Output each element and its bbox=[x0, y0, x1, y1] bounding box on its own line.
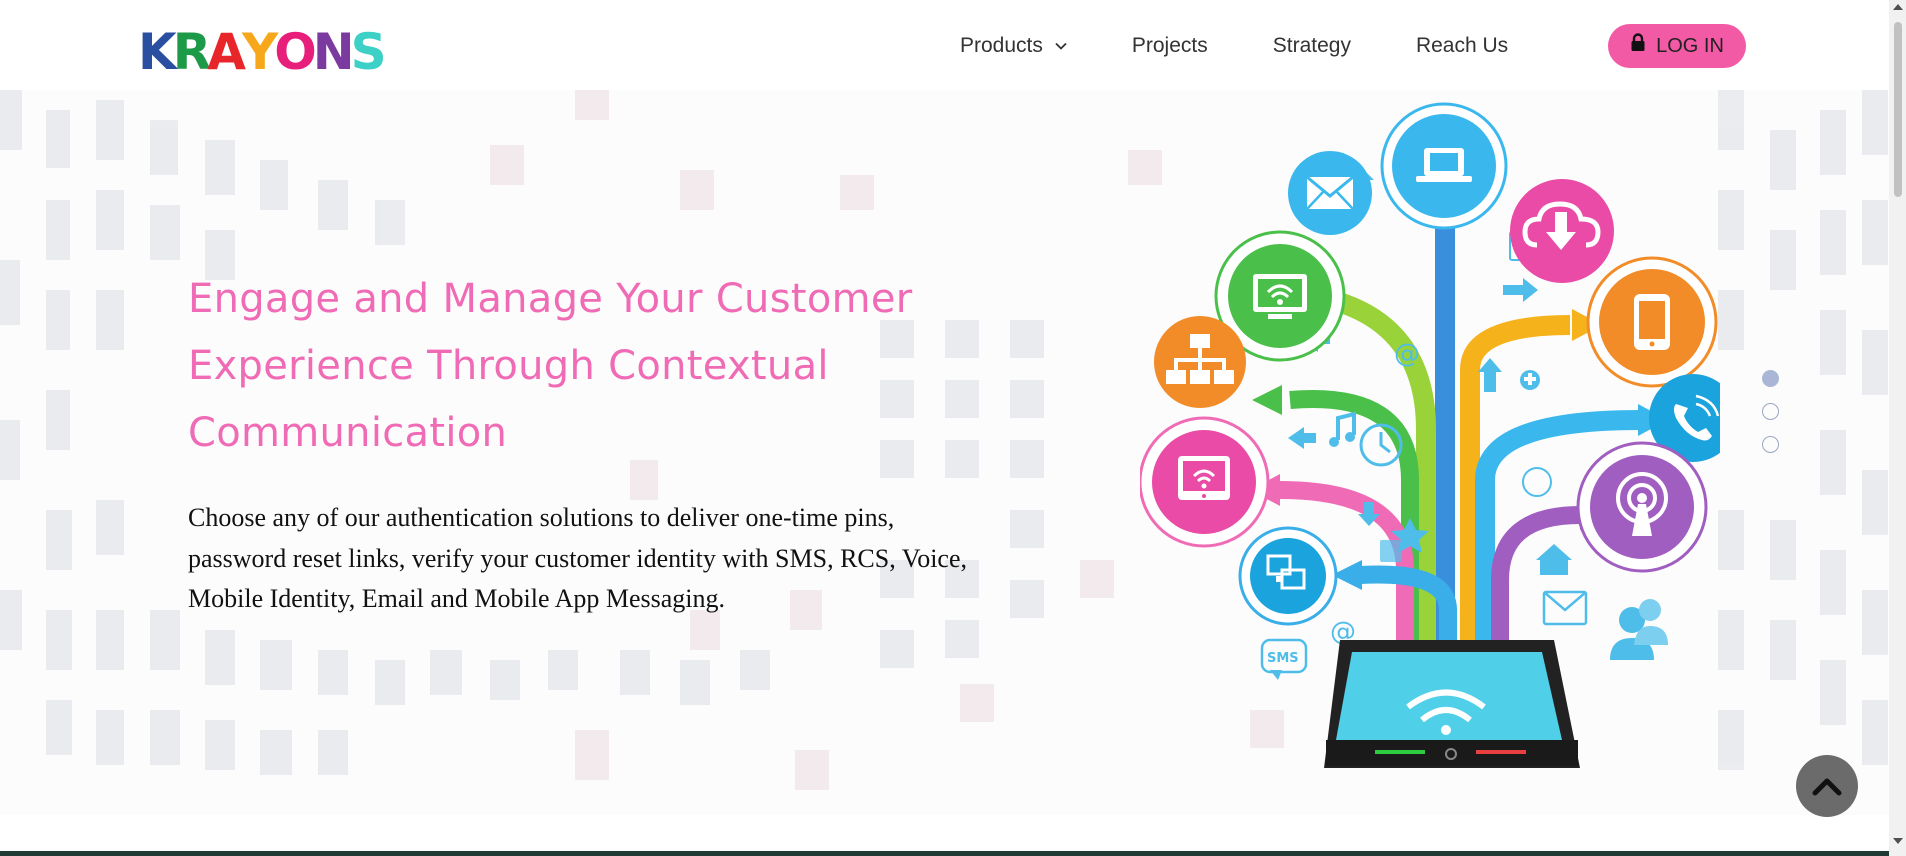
nav-projects[interactable]: Projects bbox=[1132, 34, 1208, 58]
tablet-icon bbox=[1178, 456, 1230, 500]
hero-title-line: Communication bbox=[188, 410, 508, 456]
hero-title: Engage and Manage Your Customer Experien… bbox=[188, 266, 948, 467]
communication-tree-illustration: @ @ SMS bbox=[1140, 102, 1720, 768]
scroll-up-arrow-icon[interactable] bbox=[1893, 4, 1903, 10]
mobile-icon bbox=[1634, 294, 1670, 350]
logo-letter: S bbox=[350, 23, 387, 81]
nav-products-label: Products bbox=[960, 34, 1043, 57]
lock-icon bbox=[1631, 33, 1645, 51]
hero-title-line: Experience Through Contextual bbox=[188, 343, 829, 389]
hero-description-line: password reset links, verify your custom… bbox=[188, 543, 967, 573]
nav-reach-us[interactable]: Reach Us bbox=[1416, 34, 1508, 58]
krayons-logo[interactable]: K R A Y O N S bbox=[138, 23, 387, 81]
hero-carousel: Engage and Manage Your Customer Experien… bbox=[0, 90, 1906, 815]
chevron-up-icon bbox=[1812, 778, 1842, 796]
page-scrollbar[interactable] bbox=[1889, 0, 1906, 856]
carousel-indicators bbox=[1762, 370, 1779, 469]
main-nav: Products Projects Strategy Reach Us bbox=[960, 24, 1573, 68]
site-header: K R A Y O N S Products Projects Strategy… bbox=[0, 0, 1906, 90]
sms-label: SMS bbox=[1267, 651, 1299, 666]
logo-letter: A bbox=[207, 23, 246, 81]
carousel-dot-1[interactable] bbox=[1762, 370, 1779, 387]
laptop-icon bbox=[1416, 148, 1472, 182]
hero-description-line: Mobile Identity, Email and Mobile App Me… bbox=[188, 584, 726, 613]
hero-title-line: Engage and Manage Your Customer bbox=[188, 276, 913, 322]
envelope-icon bbox=[1306, 175, 1354, 210]
carousel-dot-3[interactable] bbox=[1762, 436, 1779, 453]
hero-description: Choose any of our authentication solutio… bbox=[188, 498, 1068, 620]
scroll-down-arrow-icon[interactable] bbox=[1893, 838, 1903, 844]
section-divider bbox=[0, 851, 1889, 856]
hero-description-line: Choose any of our authentication solutio… bbox=[188, 503, 895, 532]
carousel-dot-2[interactable] bbox=[1762, 403, 1779, 420]
scrollbar-thumb[interactable] bbox=[1894, 22, 1902, 197]
login-button[interactable]: LOG IN bbox=[1608, 24, 1746, 68]
logo-letter: R bbox=[172, 23, 211, 81]
at-symbol: @ bbox=[1394, 339, 1420, 369]
login-label: LOG IN bbox=[1656, 34, 1724, 57]
logo-letter: Y bbox=[241, 23, 278, 81]
logo-letter: O bbox=[274, 23, 316, 81]
logo-letter: K bbox=[138, 23, 177, 81]
tablet-device bbox=[1324, 640, 1580, 768]
scroll-to-top-button[interactable] bbox=[1796, 755, 1858, 817]
chevron-down-icon bbox=[1055, 42, 1067, 50]
logo-letter: N bbox=[312, 23, 355, 81]
nav-strategy[interactable]: Strategy bbox=[1273, 34, 1351, 58]
nav-products[interactable]: Products bbox=[960, 34, 1067, 58]
